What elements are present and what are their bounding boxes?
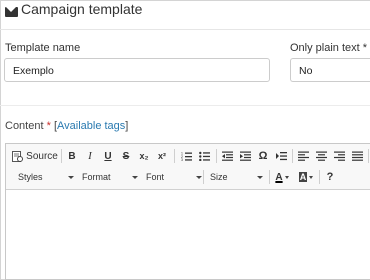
toolbar-separator xyxy=(216,149,217,163)
source-label: Source xyxy=(26,150,58,162)
rich-text-editor[interactable]: Source B I U S x₂ x² 123 Ω Styles Format xyxy=(5,143,370,280)
bulleted-list-icon[interactable] xyxy=(196,147,212,165)
envelope-icon xyxy=(5,7,18,17)
align-center-icon[interactable] xyxy=(313,147,329,165)
chevron-down-icon xyxy=(196,176,202,179)
chevron-down-icon xyxy=(132,176,138,179)
toolbar-separator xyxy=(61,149,62,163)
chevron-down-icon xyxy=(68,176,74,179)
bold-button[interactable]: B xyxy=(64,147,80,165)
section-divider xyxy=(0,105,370,106)
styles-combo[interactable]: Styles xyxy=(12,168,76,186)
toolbar-separator xyxy=(319,170,320,184)
special-character-button[interactable]: Ω xyxy=(255,147,271,165)
align-justify-icon[interactable] xyxy=(349,147,365,165)
font-combo[interactable]: Font xyxy=(140,168,204,186)
italic-button[interactable]: I xyxy=(82,147,98,165)
plain-text-select[interactable]: No xyxy=(290,58,370,82)
page-title: Campaign template xyxy=(21,1,143,17)
size-combo[interactable]: Size xyxy=(204,168,265,186)
tags-close-bracket: ] xyxy=(125,120,129,132)
decrease-indent-icon[interactable] xyxy=(219,147,235,165)
strike-button[interactable]: S xyxy=(118,147,134,165)
background-color-button[interactable]: A xyxy=(296,168,316,186)
required-mark: * xyxy=(46,120,51,132)
text-color-button[interactable]: A xyxy=(272,168,292,186)
align-left-icon[interactable] xyxy=(295,147,311,165)
increase-indent-icon[interactable] xyxy=(237,147,253,165)
chevron-down-icon xyxy=(257,176,263,179)
chevron-down-icon xyxy=(284,175,289,179)
source-icon xyxy=(12,150,24,162)
help-button[interactable]: ? xyxy=(322,168,338,186)
format-combo-label: Format xyxy=(82,172,111,182)
format-combo[interactable]: Format xyxy=(76,168,140,186)
toolbar-separator xyxy=(269,170,270,184)
template-name-label: Template name xyxy=(5,42,81,54)
align-right-icon[interactable] xyxy=(331,147,347,165)
content-label: Content * [Available tags] xyxy=(5,120,128,132)
plain-text-label: Only plain text * xyxy=(290,42,368,54)
editor-content-area[interactable] xyxy=(6,191,370,280)
superscript-button[interactable]: x² xyxy=(154,147,170,165)
underline-button[interactable]: U xyxy=(100,147,116,165)
font-combo-label: Font xyxy=(146,172,165,182)
size-combo-label: Size xyxy=(210,172,228,182)
toolbar-separator xyxy=(368,149,369,163)
content-label-text: Content xyxy=(5,120,44,132)
subscript-button[interactable]: x₂ xyxy=(136,147,152,165)
toolbar-separator xyxy=(292,149,293,163)
available-tags-link[interactable]: Available tags xyxy=(57,120,125,132)
numbered-list-icon[interactable]: 123 xyxy=(178,147,194,165)
svg-text:3: 3 xyxy=(181,158,183,161)
styles-combo-label: Styles xyxy=(18,172,43,182)
template-name-input[interactable]: Exemplo xyxy=(4,58,270,82)
toolbar-separator xyxy=(174,149,175,163)
blockquote-icon[interactable] xyxy=(273,147,289,165)
editor-toolbar: Source B I U S x₂ x² 123 Ω Styles Format xyxy=(6,144,370,190)
source-button[interactable]: Source xyxy=(12,147,58,165)
chevron-down-icon xyxy=(309,175,314,179)
text-color-icon: A xyxy=(275,171,283,183)
panel-header: Campaign template xyxy=(0,0,370,30)
background-color-icon: A xyxy=(298,172,308,182)
